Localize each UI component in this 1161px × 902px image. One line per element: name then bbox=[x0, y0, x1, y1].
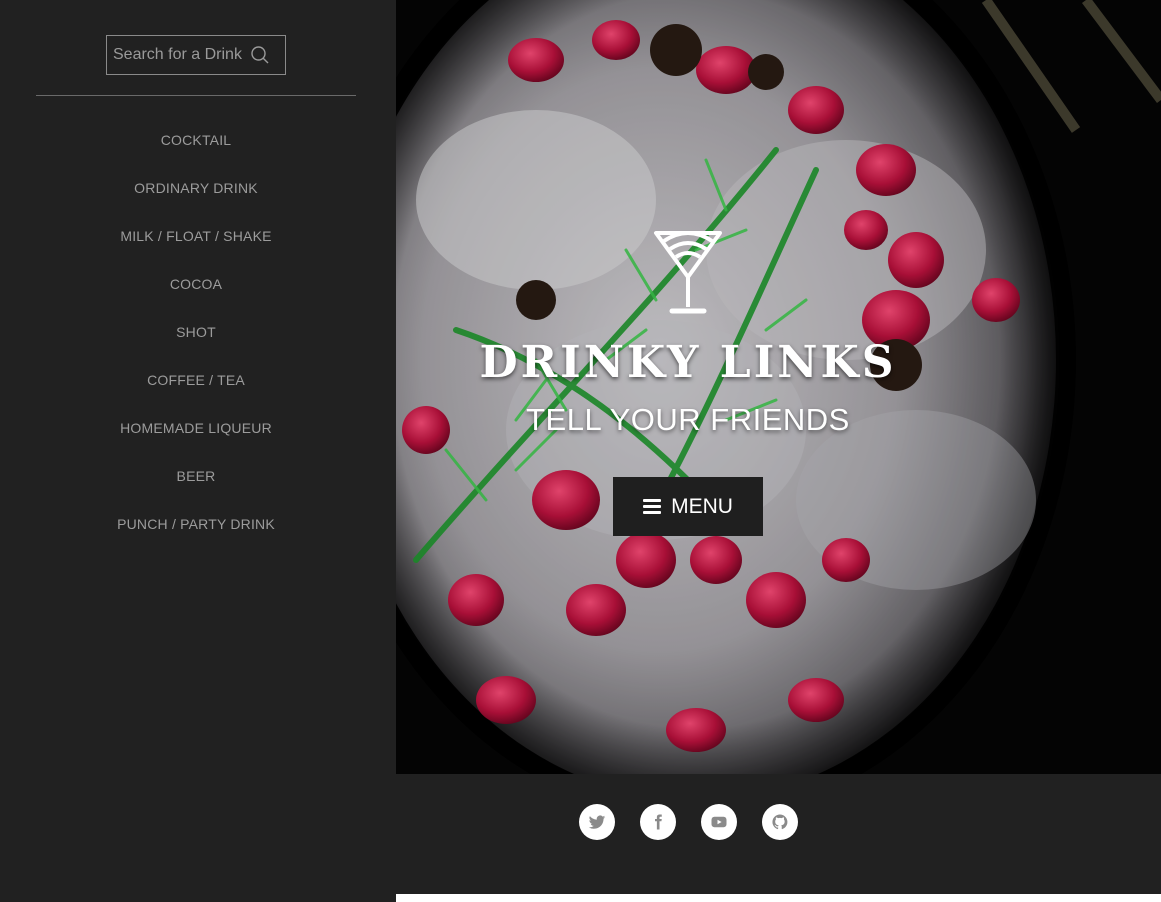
cocktail-glass-icon bbox=[654, 231, 722, 314]
sidebar-item-coffee-tea[interactable]: COFFEE / TEA bbox=[0, 356, 392, 404]
menu-button[interactable]: MENU bbox=[613, 477, 763, 536]
sidebar-item-punch-party-drink[interactable]: PUNCH / PARTY DRINK bbox=[0, 500, 392, 548]
menu-button-label: MENU bbox=[671, 494, 733, 518]
brand-block: DRINKY LINKS TELL YOUR FRIENDS bbox=[396, 225, 980, 438]
footer bbox=[396, 774, 1161, 894]
hero-section: DRINKY LINKS TELL YOUR FRIENDS MENU bbox=[396, 0, 1161, 774]
search-input[interactable] bbox=[107, 36, 247, 74]
sidebar-item-cocoa[interactable]: COCOA bbox=[0, 260, 392, 308]
github-icon bbox=[772, 814, 788, 830]
tagline: TELL YOUR FRIENDS bbox=[526, 402, 850, 437]
youtube-icon bbox=[711, 816, 727, 828]
sidebar-item-ordinary-drink[interactable]: ORDINARY DRINK bbox=[0, 164, 392, 212]
search-icon[interactable] bbox=[247, 36, 273, 74]
sidebar-item-milk-float-shake[interactable]: MILK / FLOAT / SHAKE bbox=[0, 212, 392, 260]
facebook-button[interactable] bbox=[640, 804, 676, 840]
sidebar-item-homemade-liqueur[interactable]: HOMEMADE LIQUEUR bbox=[0, 404, 392, 452]
sidebar-item-cocktail[interactable]: COCKTAIL bbox=[0, 116, 392, 164]
category-nav: COCKTAIL ORDINARY DRINK MILK / FLOAT / S… bbox=[0, 116, 392, 548]
facebook-icon bbox=[655, 814, 662, 830]
sidebar-divider bbox=[36, 95, 356, 96]
search-box bbox=[106, 35, 286, 75]
twitter-button[interactable] bbox=[579, 804, 615, 840]
github-button[interactable] bbox=[762, 804, 798, 840]
sidebar-item-shot[interactable]: SHOT bbox=[0, 308, 392, 356]
twitter-icon bbox=[588, 815, 606, 829]
sidebar: COCKTAIL ORDINARY DRINK MILK / FLOAT / S… bbox=[0, 0, 396, 902]
hamburger-icon bbox=[643, 499, 662, 514]
sidebar-item-beer[interactable]: BEER bbox=[0, 452, 392, 500]
brand-name: DRINKY LINKS bbox=[479, 337, 897, 388]
social-links bbox=[579, 804, 798, 840]
youtube-button[interactable] bbox=[701, 804, 737, 840]
